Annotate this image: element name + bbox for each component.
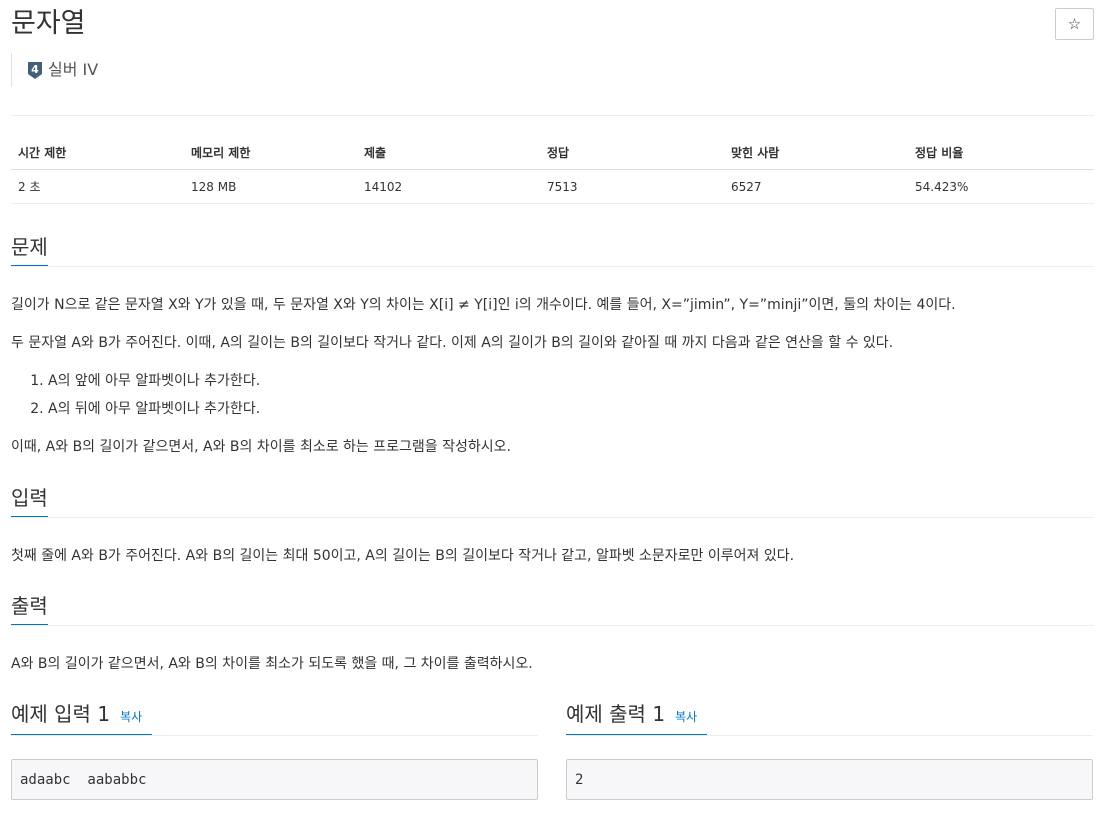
description-paragraph-2: 두 문자열 A와 B가 주어진다. 이때, A의 길이는 B의 길이보다 작거나… — [11, 335, 894, 351]
output-title: 출력 — [11, 591, 48, 625]
sample-output-panel: 예제 출력 1 복사 2 — [566, 697, 1093, 800]
description-paragraph-3: 이때, A와 B의 길이가 같으면서, A와 B의 차이를 최소로 하는 프로그… — [11, 439, 511, 455]
problem-info-table: 시간 제한 메모리 제한 제출 정답 맞힌 사람 정답 비율 2 초 128 M… — [11, 136, 1094, 204]
accepted-value: 7513 — [540, 169, 724, 204]
copy-sample-output-button[interactable]: 복사 — [675, 710, 697, 724]
star-button[interactable]: ☆ — [1055, 8, 1094, 40]
header-accepted: 정답 — [540, 136, 724, 170]
header-memory-limit: 메모리 제한 — [184, 136, 357, 170]
output-description: A와 B의 길이가 같으면서, A와 B의 차이를 최소가 되도록 했을 때, … — [11, 656, 533, 672]
sample-input-header: 예제 입력 1 복사 — [11, 697, 538, 736]
header-time-limit: 시간 제한 — [11, 136, 184, 170]
submissions-value: 14102 — [357, 169, 540, 204]
header-solved-users: 맞힌 사람 — [724, 136, 908, 170]
page-title: 문자열 — [11, 8, 86, 39]
header-submissions: 제출 — [357, 136, 540, 170]
tier-number: 4 — [31, 63, 39, 76]
sample-input-title: 예제 입력 1 — [11, 702, 111, 726]
input-title: 입력 — [11, 483, 48, 517]
table-row: 2 초 128 MB 14102 7513 6527 54.423% — [11, 169, 1094, 204]
tier-label[interactable]: 실버 IV — [48, 60, 98, 80]
tier-badge: 4 실버 IV — [11, 53, 98, 87]
divider — [11, 115, 1094, 116]
header-accept-ratio: 정답 비율 — [908, 136, 1094, 170]
time-limit-value: 2 초 — [11, 169, 184, 204]
sample-input-box[interactable]: adaabc aababbc — [11, 759, 538, 800]
table-header-row: 시간 제한 메모리 제한 제출 정답 맞힌 사람 정답 비율 — [11, 136, 1094, 170]
sample-output-title: 예제 출력 1 — [566, 702, 666, 726]
memory-limit-value: 128 MB — [184, 169, 357, 204]
sample-output-header: 예제 출력 1 복사 — [566, 697, 1093, 736]
list-item: A의 뒤에 아무 알파벳이나 추가한다. — [48, 399, 260, 427]
sample-output-box[interactable]: 2 — [566, 759, 1093, 800]
input-description: 첫째 줄에 A와 B가 주어진다. A와 B의 길이는 최대 50이고, A의 … — [11, 548, 795, 564]
list-item: A의 앞에 아무 알파벳이나 추가한다. — [48, 371, 260, 399]
description-paragraph-1: 길이가 N으로 같은 문자열 X와 Y가 있을 때, 두 문자열 X와 Y의 차… — [11, 297, 956, 313]
copy-sample-input-button[interactable]: 복사 — [120, 710, 142, 724]
tier-shield-icon: 4 — [28, 61, 42, 79]
input-section-header: 입력 — [11, 483, 1094, 518]
solved-users-value: 6527 — [724, 169, 908, 204]
description-section-header: 문제 — [11, 232, 1094, 267]
operations-list: A의 앞에 아무 알파벳이나 추가한다. A의 뒤에 아무 알파벳이나 추가한다… — [11, 371, 260, 427]
sample-input-panel: 예제 입력 1 복사 adaabc aababbc — [11, 697, 538, 800]
accept-ratio-value: 54.423% — [908, 169, 1094, 204]
description-title: 문제 — [11, 232, 48, 266]
output-section-header: 출력 — [11, 591, 1094, 626]
